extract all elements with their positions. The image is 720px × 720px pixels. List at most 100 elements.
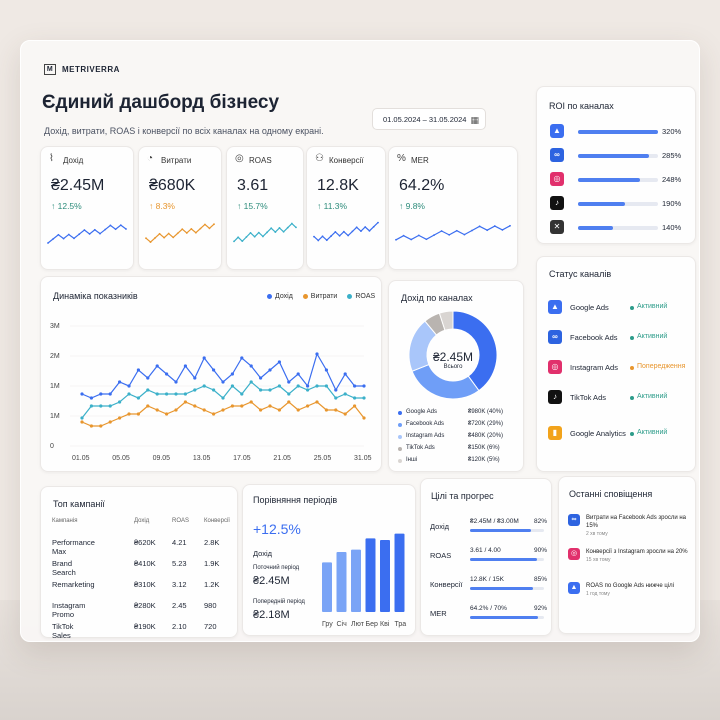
sparkline-point [368,229,371,232]
page-title: Єдиний дашборд бізнесу [42,92,280,113]
sparkline-point [330,235,332,237]
kpi-sparkline [233,222,297,243]
kpi-change: ↑ 11.3% [317,201,348,211]
notification-text: Витрати на Facebook Ads зросли на 15% [586,515,687,529]
compare-card: Порівняння періодів +12.5% Дохід Поточни… [242,484,416,636]
notification-text: Конверсії з Instagram зросли на 20% [586,549,688,555]
sparkline-point [266,231,268,234]
sparkline-point [190,227,193,230]
kpi-card-0[interactable]: ⌇ Дохід ₴2.45M ↑ 12.5% [40,146,134,270]
status-row[interactable]: ▮ Google Analytics Активний [548,426,688,444]
sparkline-point [286,226,289,229]
donut-card: Дохід по каналах [388,280,524,472]
kpi-icon: ◎ [235,153,244,164]
sparkline-point [93,228,96,231]
meta-icon: ∞ [550,148,564,162]
goal-name: ROAS [430,551,452,560]
kpi-card-4[interactable]: % MER 64.2% ↑ 9.8% [388,146,518,270]
sparkline-point [282,230,285,233]
sparkline-point [253,235,256,238]
sparkline-point [347,234,350,237]
kpi-card-2[interactable]: ◎ ROAS 3.61 ↑ 15.7% [226,146,304,270]
kpi-card-3[interactable]: ⚇ Конверсії 12.8K ↑ 11.3% [306,146,386,270]
goal-bar [470,529,531,532]
table-cell: 2.45 [172,601,187,610]
sparkline-point [145,237,147,240]
channel-icon: ▲ [548,300,562,314]
compare-previous-label: Попередній період [253,599,305,605]
notification-item[interactable]: Конверсії з Instagram зросли на 20% 15 хв… [586,548,690,564]
table-cell: 3.12 [172,580,187,589]
kpi-sparkline [145,223,215,243]
sparkline-point [417,234,420,237]
table-cell: 1.2K [204,580,220,589]
brand-name: METRIVERRA [62,65,120,74]
sparkline-point [185,232,188,234]
goal-value: 12.8K / 15K [470,576,504,583]
dynamics-title: Динаміка показників [53,291,138,301]
sparkline-point [402,234,405,237]
legend-revenue: Дохід [267,293,293,300]
sparkline-point [325,239,328,242]
sparkline-point [509,224,511,227]
table-cell: Instagram Promo [52,601,86,619]
dynamics-card: Динаміка показників Дохід Витрати ROAS [40,276,382,472]
kpi-value: ₴680K [149,177,196,194]
sparkline-point [241,240,244,243]
notification-item[interactable]: Витрати на Facebook Ads зросли на 15% 2 х… [586,514,690,538]
goal-name: MER [430,609,447,618]
roi-title: ROI по каналах [549,101,614,111]
donut-legend-value: ₴120K (5%) [468,457,500,463]
donut-legend-name: Інші [406,457,418,463]
sparkline-point [172,236,175,239]
sparkline-point [342,230,345,233]
sparkline-point [52,237,55,240]
table-cell: 4.21 [172,538,187,547]
status-row[interactable]: ▲ Google Ads Активний [548,300,688,318]
channel-name: Facebook Ads [570,333,618,342]
instagram-icon: ◎ [550,172,564,186]
legend-roas: ROAS [347,293,375,300]
status-row[interactable]: ♪ TikTok Ads Активний [548,390,688,408]
donut-center-label: Всього [443,364,463,370]
table-cell: ₴190K [134,622,156,631]
goal-name: Конверсії [430,580,463,589]
notifications-title: Останні сповіщення [569,489,653,499]
table-cell: ₴410K [134,559,156,568]
kpi-card-1[interactable]: ◔ Витрати ₴680K ↑ 8.3% [138,146,222,270]
sparkline-point [425,238,428,241]
donut-legend-value: ₴150K (6%) [468,445,500,451]
sparkline-point [433,234,435,237]
roi-row: ♪ 190% [548,196,684,212]
brand: M METRIVERRA [44,64,120,75]
compare-previous-value: ₴2.18M [253,609,290,621]
kpi-label: Конверсії [329,156,364,165]
kpi-icon: % [397,153,406,164]
column-header: Конверсії [204,518,230,524]
goal-bar [470,616,539,619]
date-range-text: 01.05.2024 – 31.05.2024 [383,115,467,124]
notification-item[interactable]: ROAS по Google Ads нижче цілі 1 год тому [586,582,690,598]
kpi-label: Витрати [161,156,192,165]
sparkline-point [321,235,324,238]
sparkline-point [360,230,362,233]
sparkline-point [181,228,184,231]
sparkline-point [213,223,215,226]
sparkline-point [73,237,75,240]
kpi-sparkline [47,224,127,244]
status-dot [630,336,634,340]
table-cell: 1.9K [204,559,220,568]
notification-icon: ▲ [568,582,580,594]
kpi-value: 64.2% [399,177,445,194]
status-row[interactable]: ∞ Facebook Ads Активний [548,330,688,348]
sparkline-line [233,222,297,242]
donut-legend-value: ₴720K (29%) [468,421,504,427]
date-range-picker[interactable]: 01.05.2024 – 31.05.2024 ▦ [372,108,486,130]
sparkline-point [355,226,358,229]
google-ads-icon: ▲ [550,124,564,138]
notification-icon: ◎ [568,548,580,560]
status-row[interactable]: ◎ Instagram Ads Попередження [548,360,688,378]
roi-value: 320% [662,127,682,136]
sparkline-point [478,225,481,228]
sparkline-point [471,229,473,232]
